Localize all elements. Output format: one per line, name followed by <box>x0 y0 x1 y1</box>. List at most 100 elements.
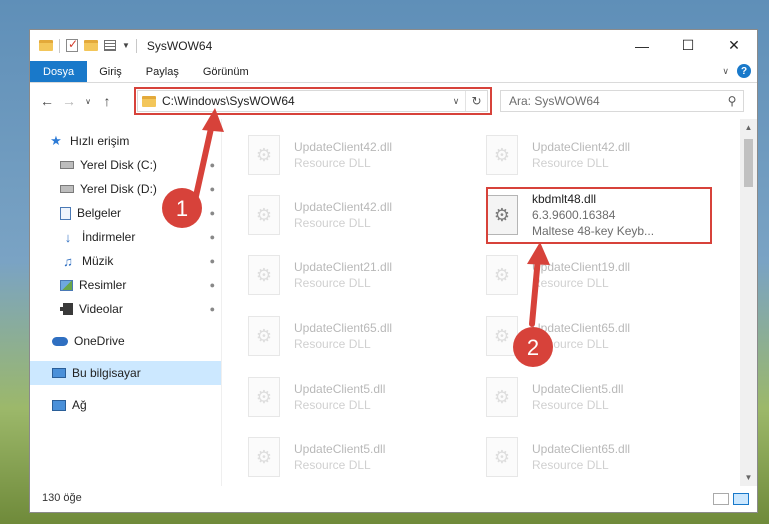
ribbon-right: ∨ ? <box>722 64 751 78</box>
pin-icon[interactable]: ● <box>210 160 215 170</box>
dll-file-icon: ⚙ <box>248 255 280 295</box>
pin-icon[interactable]: ● <box>210 280 215 290</box>
pin-icon[interactable]: ● <box>210 256 215 266</box>
file-item[interactable]: ⚙ UpdateClient42.dll Resource DLL <box>236 187 456 243</box>
window-title: SysWOW64 <box>146 38 213 53</box>
forward-icon[interactable]: → <box>58 93 80 109</box>
file-desc: Resource DLL <box>294 156 371 170</box>
nav-label: Hızlı erişim <box>70 134 130 148</box>
nav-label: OneDrive <box>74 334 125 348</box>
file-name: UpdateClient5.dll <box>532 382 624 396</box>
file-name: UpdateClient5.dll <box>294 382 386 396</box>
dll-file-icon: ⚙ <box>248 377 280 417</box>
file-desc: Resource DLL <box>532 398 609 412</box>
dll-file-icon: ⚙ <box>248 195 280 235</box>
scroll-thumb[interactable] <box>744 139 753 187</box>
pin-icon[interactable]: ● <box>210 208 215 218</box>
pin-icon[interactable]: ● <box>210 232 215 242</box>
file-name: UpdateClient65.dll <box>532 442 631 456</box>
tiles-view-icon[interactable] <box>733 493 749 505</box>
music-icon: ♫ <box>63 253 73 269</box>
network-icon <box>52 399 66 411</box>
window-controls: — ☐ ✕ <box>619 30 757 61</box>
file-item[interactable]: ⚙ UpdateClient5.dll Resource DLL <box>474 369 694 425</box>
dll-file-icon: ⚙ <box>486 316 518 356</box>
pin-icon[interactable]: ● <box>210 304 215 314</box>
nav-music[interactable]: ♫ Müzik ● <box>30 249 221 273</box>
file-item[interactable]: ⚙ UpdateClient19.dll Resource DLL <box>474 247 694 303</box>
file-desc: Resource DLL <box>294 337 371 351</box>
nav-label: Ağ <box>72 398 87 412</box>
search-icon[interactable]: ⚲ <box>721 94 743 108</box>
file-desc: Resource DLL <box>532 156 609 170</box>
details-view-icon[interactable] <box>713 493 729 505</box>
file-desc: Resource DLL <box>294 458 371 472</box>
qat-separator <box>59 38 60 53</box>
nav-onedrive[interactable]: OneDrive <box>30 329 221 353</box>
explorer-window: ▼ SysWOW64 — ☐ ✕ Dosya Giriş Paylaş Görü… <box>29 29 758 513</box>
computer-icon <box>52 368 66 378</box>
scroll-up-icon[interactable]: ▲ <box>740 119 757 136</box>
dll-file-icon: ⚙ <box>486 135 518 175</box>
pin-icon[interactable]: ● <box>210 184 215 194</box>
status-bar: 130 öğe <box>30 484 757 512</box>
item-count: 130 öğe <box>42 492 82 504</box>
nav-downloads[interactable]: ↓ İndirmeler ● <box>30 225 221 249</box>
drive-icon <box>60 185 74 193</box>
nav-pictures[interactable]: Resimler ● <box>30 273 221 297</box>
search-box[interactable]: Ara: SysWOW64 ⚲ <box>500 90 744 112</box>
back-icon[interactable]: ← <box>36 93 58 109</box>
file-name: UpdateClient65.dll <box>532 321 631 335</box>
up-icon[interactable]: ↑ <box>96 93 118 109</box>
file-item[interactable]: ⚙ UpdateClient65.dll Resource DLL <box>474 308 694 364</box>
close-button[interactable]: ✕ <box>711 30 757 61</box>
file-item[interactable]: ⚙ UpdateClient42.dll Resource DLL <box>474 127 694 183</box>
nav-this-pc[interactable]: Bu bilgisayar <box>30 361 221 385</box>
tab-view[interactable]: Görünüm <box>191 61 261 82</box>
navigation-pane: ★ Hızlı erişim Yerel Disk (C:) ● Yerel D… <box>30 119 222 486</box>
maximize-button[interactable]: ☐ <box>665 30 711 61</box>
dll-file-icon: ⚙ <box>486 437 518 477</box>
file-name: UpdateClient42.dll <box>294 200 393 214</box>
navigation-bar: ← → ∨ ↑ C:\Windows\SysWOW64 ∨ ↻ Ara: Sys… <box>30 83 757 119</box>
nav-documents[interactable]: Belgeler ● <box>30 201 221 225</box>
file-item[interactable]: ⚙ UpdateClient21.dll Resource DLL <box>236 247 456 303</box>
title-bar: ▼ SysWOW64 — ☐ ✕ <box>30 30 757 61</box>
nav-label: Bu bilgisayar <box>72 366 141 380</box>
minimize-button[interactable]: — <box>619 30 665 61</box>
tab-home[interactable]: Giriş <box>87 61 134 82</box>
vertical-scrollbar[interactable]: ▲ ▼ <box>740 119 757 486</box>
help-icon[interactable]: ? <box>737 64 751 78</box>
documents-icon <box>60 206 71 220</box>
tab-file[interactable]: Dosya <box>30 61 88 82</box>
file-highlight-box <box>486 187 712 244</box>
new-folder-icon[interactable] <box>84 40 98 51</box>
expand-ribbon-icon[interactable]: ∨ <box>722 66 729 77</box>
nav-quick-access[interactable]: ★ Hızlı erişim <box>30 129 221 153</box>
file-name: UpdateClient19.dll <box>532 260 631 274</box>
file-item[interactable]: ⚙ UpdateClient65.dll Resource DLL <box>236 308 456 364</box>
nav-label: Müzik <box>82 254 114 268</box>
address-highlight-box <box>134 87 492 115</box>
search-input[interactable]: Ara: SysWOW64 <box>509 94 721 108</box>
file-item[interactable]: ⚙ UpdateClient5.dll Resource DLL <box>236 369 456 425</box>
nav-videos[interactable]: Videolar ● <box>30 297 221 321</box>
tab-share[interactable]: Paylaş <box>134 61 191 82</box>
nav-label: Resimler <box>79 278 127 292</box>
qat-dropdown-icon[interactable]: ▼ <box>122 41 130 50</box>
recent-locations-icon[interactable]: ∨ <box>80 97 96 106</box>
dll-file-icon: ⚙ <box>248 135 280 175</box>
nav-disk-c[interactable]: Yerel Disk (C:) ● <box>30 153 221 177</box>
nav-label: Belgeler <box>77 206 122 220</box>
file-item[interactable]: ⚙ UpdateClient65.dll Resource DLL <box>474 429 694 485</box>
customize-icon[interactable] <box>104 40 116 51</box>
file-name: UpdateClient65.dll <box>294 321 393 335</box>
videos-icon <box>60 303 73 315</box>
drive-icon <box>60 161 74 169</box>
nav-network[interactable]: Ağ <box>30 393 221 417</box>
file-item[interactable]: ⚙ UpdateClient42.dll Resource DLL <box>236 127 456 183</box>
properties-check-icon[interactable] <box>66 37 78 52</box>
file-item[interactable]: ⚙ UpdateClient5.dll Resource DLL <box>236 429 456 485</box>
nav-disk-d[interactable]: Yerel Disk (D:) ● <box>30 177 221 201</box>
dll-file-icon: ⚙ <box>248 437 280 477</box>
